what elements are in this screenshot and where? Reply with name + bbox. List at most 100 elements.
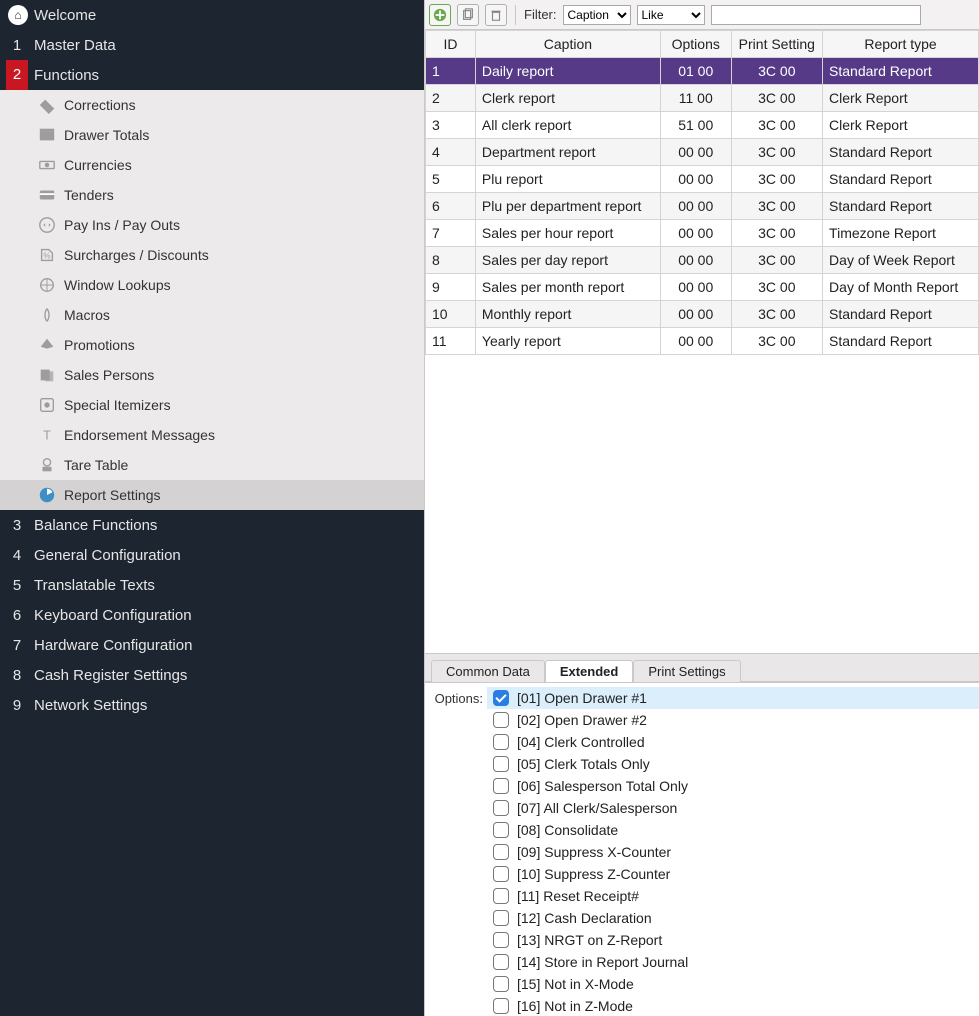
tab-extended[interactable]: Extended — [545, 660, 634, 682]
checkbox[interactable] — [493, 910, 509, 926]
subnav-report-settings[interactable]: Report Settings — [0, 480, 424, 510]
subnav-endorsement-messages[interactable]: TEndorsement Messages — [0, 420, 424, 450]
option-row[interactable]: [02] Open Drawer #2 — [487, 709, 979, 731]
option-row[interactable]: [07] All Clerk/Salesperson — [487, 797, 979, 819]
table-row[interactable]: 7Sales per hour report00 003C 00Timezone… — [426, 220, 979, 247]
checkbox[interactable] — [493, 954, 509, 970]
table-row[interactable]: 11Yearly report00 003C 00Standard Report — [426, 328, 979, 355]
option-row[interactable]: [08] Consolidate — [487, 819, 979, 841]
option-row[interactable]: [10] Suppress Z-Counter — [487, 863, 979, 885]
nav-item-label: Keyboard Configuration — [28, 607, 192, 624]
subnav-tenders[interactable]: Tenders — [0, 180, 424, 210]
subnav-label: Drawer Totals — [60, 127, 149, 143]
nav-welcome[interactable]: ⌂ Welcome — [0, 0, 424, 30]
subnav-surcharges-discounts[interactable]: %Surcharges / Discounts — [0, 240, 424, 270]
cell-id: 9 — [426, 274, 476, 301]
option-row[interactable]: [09] Suppress X-Counter — [487, 841, 979, 863]
corrections-icon — [34, 96, 60, 114]
delete-button[interactable] — [485, 4, 507, 26]
option-row[interactable]: [04] Clerk Controlled — [487, 731, 979, 753]
column-header[interactable]: Print Setting — [731, 31, 822, 58]
option-label: [09] Suppress X-Counter — [517, 844, 671, 860]
column-header[interactable]: Report type — [823, 31, 979, 58]
subnav-macros[interactable]: Macros — [0, 300, 424, 330]
copy-button[interactable] — [457, 4, 479, 26]
column-header[interactable]: Options — [660, 31, 731, 58]
option-row[interactable]: [15] Not in X-Mode — [487, 973, 979, 995]
table-row[interactable]: 2Clerk report11 003C 00Clerk Report — [426, 85, 979, 112]
cell-id: 10 — [426, 301, 476, 328]
toolbar-separator — [515, 5, 516, 25]
checkbox[interactable] — [493, 822, 509, 838]
table-row[interactable]: 4Department report00 003C 00Standard Rep… — [426, 139, 979, 166]
checkbox[interactable] — [493, 998, 509, 1014]
subnav-pay-ins-pay-outs[interactable]: Pay Ins / Pay Outs — [0, 210, 424, 240]
grid[interactable]: IDCaptionOptionsPrint SettingReport type… — [425, 30, 979, 654]
surcharge-icon: % — [34, 246, 60, 264]
table-row[interactable]: 8Sales per day report00 003C 00Day of We… — [426, 247, 979, 274]
subnav-window-lookups[interactable]: Window Lookups — [0, 270, 424, 300]
filter-value-input[interactable] — [711, 5, 921, 25]
cell-options: 01 00 — [660, 58, 731, 85]
subnav-sales-persons[interactable]: Sales Persons — [0, 360, 424, 390]
checkbox[interactable] — [493, 756, 509, 772]
table-row[interactable]: 6Plu per department report00 003C 00Stan… — [426, 193, 979, 220]
table-row[interactable]: 5Plu report00 003C 00Standard Report — [426, 166, 979, 193]
option-row[interactable]: [16] Not in Z-Mode — [487, 995, 979, 1016]
cell-print-setting: 3C 00 — [731, 220, 822, 247]
add-button[interactable] — [429, 4, 451, 26]
table-row[interactable]: 10Monthly report00 003C 00Standard Repor… — [426, 301, 979, 328]
tab-common-data[interactable]: Common Data — [431, 660, 545, 682]
table-row[interactable]: 9Sales per month report00 003C 00Day of … — [426, 274, 979, 301]
report-icon — [34, 486, 60, 504]
cell-report-type: Day of Month Report — [823, 274, 979, 301]
filter-field-select[interactable]: Caption — [563, 5, 631, 25]
checkbox[interactable] — [493, 690, 509, 706]
checkbox[interactable] — [493, 778, 509, 794]
option-row[interactable]: [14] Store in Report Journal — [487, 951, 979, 973]
subnav-tare-table[interactable]: Tare Table — [0, 450, 424, 480]
filter-op-select[interactable]: Like — [637, 5, 705, 25]
subnav-drawer-totals[interactable]: Drawer Totals — [0, 120, 424, 150]
subnav-label: Corrections — [60, 97, 136, 113]
checkbox[interactable] — [493, 734, 509, 750]
nav-item-keyboard-configuration[interactable]: 6Keyboard Configuration — [0, 600, 424, 630]
nav-item-cash-register-settings[interactable]: 8Cash Register Settings — [0, 660, 424, 690]
subnav-special-itemizers[interactable]: Special Itemizers — [0, 390, 424, 420]
cell-report-type: Clerk Report — [823, 112, 979, 139]
nav-item-functions[interactable]: 2Functions — [0, 60, 424, 90]
subnav-currencies[interactable]: Currencies — [0, 150, 424, 180]
nav-item-general-configuration[interactable]: 4General Configuration — [0, 540, 424, 570]
checkbox[interactable] — [493, 712, 509, 728]
checkbox[interactable] — [493, 866, 509, 882]
nav-item-network-settings[interactable]: 9Network Settings — [0, 690, 424, 720]
cell-options: 00 00 — [660, 247, 731, 274]
checkbox[interactable] — [493, 800, 509, 816]
option-row[interactable]: [01] Open Drawer #1 — [487, 687, 979, 709]
option-row[interactable]: [12] Cash Declaration — [487, 907, 979, 929]
checkbox[interactable] — [493, 844, 509, 860]
option-label: [13] NRGT on Z-Report — [517, 932, 662, 948]
nav-item-hardware-configuration[interactable]: 7Hardware Configuration — [0, 630, 424, 660]
option-row[interactable]: [11] Reset Receipt# — [487, 885, 979, 907]
cell-report-type: Day of Week Report — [823, 247, 979, 274]
nav-item-translatable-texts[interactable]: 5Translatable Texts — [0, 570, 424, 600]
column-header[interactable]: ID — [426, 31, 476, 58]
cell-print-setting: 3C 00 — [731, 328, 822, 355]
nav-item-master-data[interactable]: 1Master Data — [0, 30, 424, 60]
table-row[interactable]: 1Daily report01 003C 00Standard Report — [426, 58, 979, 85]
option-row[interactable]: [13] NRGT on Z-Report — [487, 929, 979, 951]
nav-item-balance-functions[interactable]: 3Balance Functions — [0, 510, 424, 540]
tab-print-settings[interactable]: Print Settings — [633, 660, 740, 682]
table-row[interactable]: 3All clerk report51 003C 00Clerk Report — [426, 112, 979, 139]
checkbox[interactable] — [493, 932, 509, 948]
option-label: [04] Clerk Controlled — [517, 734, 645, 750]
option-row[interactable]: [06] Salesperson Total Only — [487, 775, 979, 797]
option-row[interactable]: [05] Clerk Totals Only — [487, 753, 979, 775]
column-header[interactable]: Caption — [475, 31, 660, 58]
checkbox[interactable] — [493, 888, 509, 904]
subnav-promotions[interactable]: Promotions — [0, 330, 424, 360]
endorsement-icon: T — [34, 426, 60, 444]
checkbox[interactable] — [493, 976, 509, 992]
subnav-corrections[interactable]: Corrections — [0, 90, 424, 120]
